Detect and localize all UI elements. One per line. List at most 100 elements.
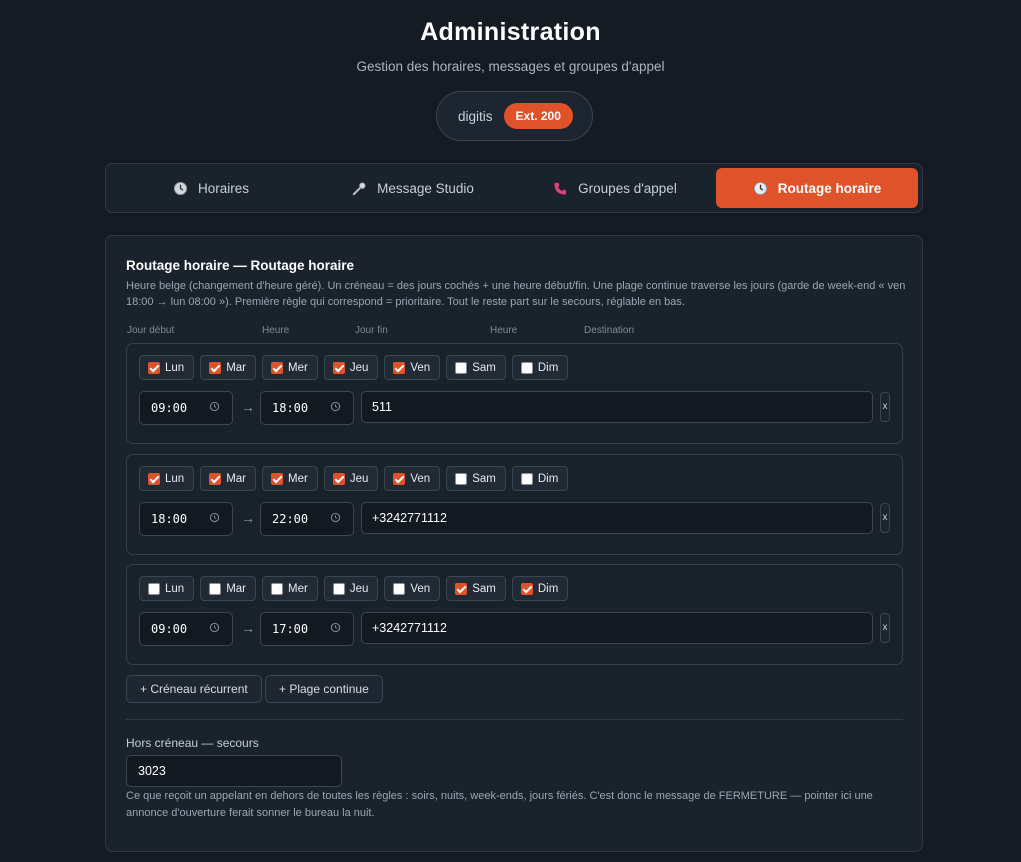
column-start-hour: Heure (262, 325, 290, 336)
tab-routage-horaire[interactable]: Routage horaire (716, 168, 918, 208)
day-checkbox-ven[interactable]: Ven (384, 355, 441, 380)
day-label: Dim (537, 582, 559, 595)
tab-label: Message Studio (377, 180, 474, 196)
checkbox[interactable] (209, 472, 222, 485)
checkbox[interactable] (520, 472, 533, 485)
day-label: Ven (410, 472, 431, 485)
column-start-day: Jour début (127, 325, 175, 336)
checkbox[interactable] (332, 361, 345, 374)
day-checkbox-dim[interactable]: Dim (511, 466, 569, 491)
checkbox[interactable] (393, 582, 406, 595)
start-time-input[interactable]: 18:00 (139, 502, 233, 536)
day-checkbox-jeu[interactable]: Jeu (323, 576, 379, 601)
column-destination: Destination (584, 325, 635, 336)
user-pill[interactable]: digitis Ext. 200 (436, 91, 593, 141)
day-checkbox-lun[interactable]: Lun (139, 576, 195, 601)
end-time-value: 18:00 (272, 401, 309, 415)
day-checkbox-dim[interactable]: Dim (511, 355, 569, 380)
column-end-hour: Heure (490, 325, 518, 336)
day-checkbox-mar[interactable]: Mar (200, 466, 256, 491)
routing-panel: Routage horaire — Routage horaire Heure … (105, 235, 923, 852)
end-time-input[interactable]: 17:00 (260, 612, 354, 646)
day-label: Dim (537, 361, 559, 374)
page-title: Administration (420, 18, 601, 46)
add-continuous-button[interactable]: + Plage continue (265, 675, 383, 703)
day-checkbox-dim[interactable]: Dim (511, 576, 569, 601)
tab-message-studio[interactable]: Message Studio (312, 168, 514, 208)
fallback-input[interactable]: 3023 (126, 755, 342, 787)
checkbox[interactable] (520, 361, 533, 374)
checkbox[interactable] (455, 472, 468, 485)
start-time-value: 09:00 (151, 622, 188, 636)
day-label: Mer (288, 361, 308, 374)
checkbox[interactable] (332, 472, 345, 485)
checkbox[interactable] (393, 361, 406, 374)
column-end-day: Jour fin (355, 325, 388, 336)
checkbox[interactable] (209, 582, 222, 595)
clock-icon (173, 181, 188, 195)
delete-rule-button[interactable]: x (880, 613, 890, 643)
day-checkbox-lun[interactable]: Lun (139, 466, 195, 491)
day-checkbox-jeu[interactable]: Jeu (323, 466, 379, 491)
checkbox[interactable] (393, 472, 406, 485)
divider (126, 719, 903, 720)
day-checkbox-mer[interactable]: Mer (262, 355, 318, 380)
checkbox[interactable] (209, 361, 222, 374)
day-checkbox-mar[interactable]: Mar (200, 355, 256, 380)
end-time-input[interactable]: 18:00 (260, 391, 354, 425)
delete-rule-button[interactable]: x (880, 392, 890, 422)
checkbox[interactable] (455, 582, 468, 595)
checkbox[interactable] (271, 582, 283, 595)
arrow-separator: → (241, 510, 255, 526)
tab-horaires[interactable]: Horaires (110, 168, 312, 208)
tab-groupes-appel[interactable]: Groupes d'appel (514, 168, 716, 208)
clock-icon (753, 181, 767, 195)
tab-bar: Horaires Message Studio Groupes d'appel … (105, 163, 923, 213)
day-label: Ven (410, 582, 431, 595)
rule-card: Lun Mar Mer Jeu Ven Sam Dim 09:00 → 18:00 511 x (126, 343, 903, 444)
day-label: Mar (226, 472, 246, 485)
day-label: Dim (537, 472, 559, 485)
day-label: Sam (472, 361, 496, 374)
checkbox[interactable] (332, 582, 345, 595)
add-recurring-button[interactable]: + Créneau récurrent (126, 675, 262, 703)
day-checkbox-sam[interactable]: Sam (446, 466, 506, 491)
day-checkbox-lun[interactable]: Lun (139, 355, 195, 380)
delete-rule-button[interactable]: x (880, 503, 890, 533)
checkbox[interactable] (271, 361, 283, 374)
destination-input[interactable]: +3242771112 (361, 612, 873, 644)
day-checkboxes: Lun Mar Mer Jeu Ven Sam Dim (139, 466, 569, 491)
clock-icon (330, 622, 341, 636)
checkbox[interactable] (520, 582, 533, 595)
day-checkbox-mer[interactable]: Mer (262, 576, 318, 601)
checkbox[interactable] (455, 361, 468, 374)
checkbox[interactable] (148, 361, 160, 374)
tab-label: Horaires (197, 180, 249, 196)
day-checkboxes: Lun Mar Mer Jeu Ven Sam Dim (139, 355, 569, 380)
day-checkbox-mer[interactable]: Mer (262, 466, 318, 491)
checkbox[interactable] (148, 472, 160, 485)
start-time-input[interactable]: 09:00 (139, 612, 233, 646)
day-checkbox-mar[interactable]: Mar (200, 576, 256, 601)
day-checkbox-jeu[interactable]: Jeu (323, 355, 379, 380)
day-checkbox-sam[interactable]: Sam (446, 355, 506, 380)
day-label: Jeu (349, 582, 369, 595)
destination-input[interactable]: 511 (361, 391, 873, 423)
day-checkbox-ven[interactable]: Ven (384, 576, 441, 601)
arrow-separator: → (241, 620, 255, 636)
checkbox[interactable] (148, 582, 160, 595)
extension-badge: Ext. 200 (503, 103, 573, 129)
end-time-value: 17:00 (272, 622, 309, 636)
fallback-help: Ce que reçoit un appelant en dehors de t… (126, 790, 873, 819)
user-name: digitis (458, 108, 493, 124)
day-label: Mar (226, 361, 246, 374)
arrow-separator: → (241, 399, 255, 415)
checkbox[interactable] (271, 472, 283, 485)
day-checkbox-ven[interactable]: Ven (384, 466, 441, 491)
end-time-input[interactable]: 22:00 (260, 502, 354, 536)
start-time-value: 09:00 (151, 401, 188, 415)
page-subtitle: Gestion des horaires, messages et groupe… (356, 59, 665, 74)
destination-input[interactable]: +3242771112 (361, 502, 873, 534)
start-time-input[interactable]: 09:00 (139, 391, 233, 425)
day-checkbox-sam[interactable]: Sam (446, 576, 506, 601)
